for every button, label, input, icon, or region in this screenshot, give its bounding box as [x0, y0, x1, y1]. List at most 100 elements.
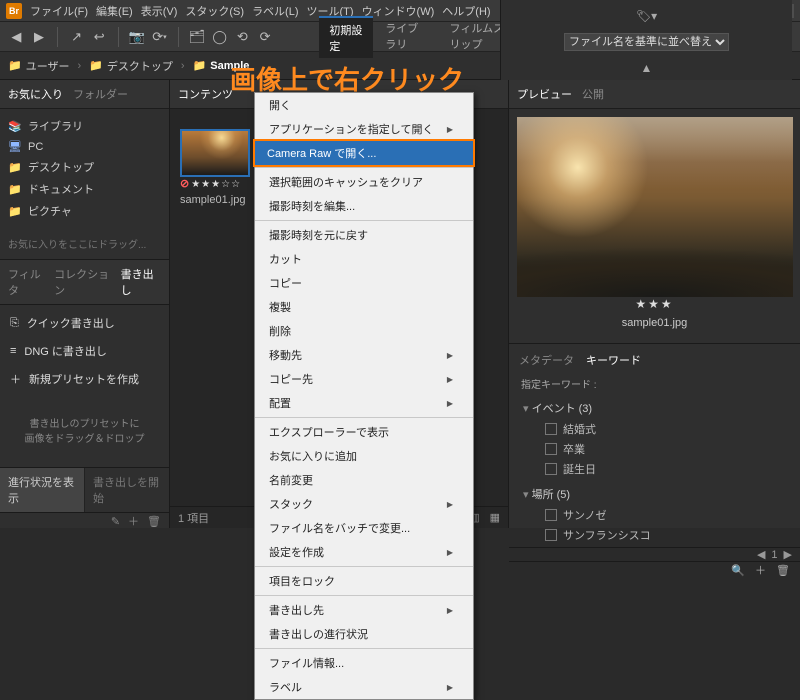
- tab-collection[interactable]: コレクション: [54, 266, 115, 298]
- app-logo: Br: [6, 3, 22, 19]
- pager-prev[interactable]: ◀: [757, 548, 765, 561]
- ctx-item[interactable]: 開く: [255, 93, 473, 117]
- get-photos-icon[interactable]: 📷: [128, 27, 145, 47]
- ctx-item[interactable]: 撮影時刻を編集...: [255, 194, 473, 218]
- ctx-item[interactable]: ファイル情報...: [255, 651, 473, 675]
- menu-view[interactable]: 表示(V): [141, 3, 178, 19]
- tab-metadata[interactable]: メタデータ: [519, 352, 574, 368]
- fav-pictures[interactable]: 📁ピクチャ: [8, 200, 161, 222]
- kw-item[interactable]: 誕生日: [523, 459, 800, 479]
- menu-label[interactable]: ラベル(L): [252, 3, 298, 19]
- rotate-ccw-icon[interactable]: ⟲: [234, 27, 251, 47]
- sort-asc-icon[interactable]: ▲: [641, 61, 653, 75]
- ctx-item[interactable]: ファイル名をバッチで変更...: [255, 516, 473, 540]
- show-progress[interactable]: 進行状況を表示: [0, 468, 85, 512]
- workspace-library[interactable]: ライブラリ: [375, 16, 437, 58]
- ctx-item[interactable]: 削除: [255, 319, 473, 343]
- start-export-button[interactable]: 書き出しを開始: [85, 468, 169, 512]
- ctx-item[interactable]: アプリケーションを指定して開く: [255, 117, 473, 141]
- preview-image[interactable]: [517, 117, 793, 297]
- tab-folders[interactable]: フォルダー: [73, 86, 128, 102]
- ctx-item[interactable]: 配置: [255, 391, 473, 415]
- fav-label: ピクチャ: [28, 203, 72, 219]
- thumbnail-image[interactable]: [180, 129, 250, 177]
- menu-edit[interactable]: 編集(E): [96, 3, 133, 19]
- kw-group-header[interactable]: 場所 (5): [523, 483, 800, 505]
- add-icon[interactable]: ＋: [128, 513, 139, 529]
- nav-back-icon[interactable]: ◀: [8, 27, 25, 47]
- fav-documents[interactable]: 📁ドキュメント: [8, 178, 161, 200]
- ctx-item[interactable]: ラベル: [255, 675, 473, 699]
- kw-group-header[interactable]: イベント (3): [523, 397, 800, 419]
- kw-item[interactable]: サンフランシスコ: [523, 525, 800, 545]
- workspace-essentials[interactable]: 初期設定: [319, 16, 373, 58]
- dng-export[interactable]: ≡DNG に書き出し: [0, 337, 169, 365]
- thumbnail-item[interactable]: ⊘★★★☆☆ sample01.jpg: [180, 129, 260, 206]
- menu-file[interactable]: ファイル(F): [30, 3, 88, 19]
- kw-item[interactable]: 結婚式: [523, 419, 800, 439]
- search-kw-icon[interactable]: 🔍: [731, 564, 745, 577]
- new-preset[interactable]: ＋新規プリセットを作成: [0, 365, 169, 393]
- crumb-users[interactable]: ユーザー: [26, 58, 70, 74]
- ctx-item[interactable]: コピー先: [255, 367, 473, 391]
- ctx-item[interactable]: 書き出しの進行状況: [255, 622, 473, 646]
- kw-item[interactable]: サンノゼ: [523, 505, 800, 525]
- add-kw-icon[interactable]: ＋: [755, 562, 766, 578]
- ctx-item[interactable]: 移動先: [255, 343, 473, 367]
- delete-kw-icon[interactable]: 🗑: [776, 564, 790, 577]
- camera-raw-icon[interactable]: ◯: [211, 27, 228, 47]
- fav-label: ドキュメント: [28, 181, 94, 197]
- ctx-item[interactable]: コピー: [255, 271, 473, 295]
- crumb-desktop[interactable]: デスクトップ: [107, 58, 173, 74]
- reveal-file-icon[interactable]: ↗: [68, 27, 85, 47]
- view-list-icon[interactable]: ▦: [490, 511, 500, 524]
- export-list: ⎘クイック書き出し ≡DNG に書き出し ＋新規プリセットを作成: [0, 305, 169, 397]
- refine-icon[interactable]: ⟳▾: [151, 27, 168, 47]
- ctx-item[interactable]: お気に入りに追加: [255, 444, 473, 468]
- crumb-current[interactable]: Sample: [210, 60, 249, 72]
- tab-keywords[interactable]: キーワード: [586, 352, 641, 368]
- preview-tabs: プレビュー 公開: [509, 80, 800, 109]
- ctx-item[interactable]: 複製: [255, 295, 473, 319]
- ctx-item[interactable]: 撮影時刻を元に戻す: [255, 223, 473, 247]
- ctx-item[interactable]: 項目をロック: [255, 569, 473, 593]
- fav-pc[interactable]: 🖥PC: [8, 137, 161, 156]
- tab-publish[interactable]: 公開: [582, 86, 604, 102]
- filter-options-icon[interactable]: 🏷▾: [636, 9, 657, 23]
- tab-preview[interactable]: プレビュー: [517, 86, 572, 102]
- sort-select[interactable]: ファイル名を基準に並べ替え: [564, 33, 729, 51]
- trash-icon[interactable]: 🗑: [147, 515, 161, 528]
- fav-library[interactable]: 📚ライブラリ: [8, 115, 161, 137]
- edit-icon[interactable]: ✎: [111, 515, 120, 528]
- ctx-item[interactable]: 選択範囲のキャッシュをクリア: [255, 170, 473, 194]
- boomerang-icon[interactable]: ↩: [91, 27, 108, 47]
- rotate-cw-icon[interactable]: ⟳: [257, 27, 274, 47]
- nav-forward-icon[interactable]: ▶: [31, 27, 48, 47]
- tab-filter[interactable]: フィルタ: [8, 266, 48, 298]
- folder-icon: 📁: [89, 59, 103, 72]
- ctx-item[interactable]: カット: [255, 247, 473, 271]
- open-recent-icon[interactable]: 🗂: [189, 27, 206, 47]
- ctx-item[interactable]: 名前変更: [255, 468, 473, 492]
- tab-export[interactable]: 書き出し: [121, 266, 161, 298]
- ctx-item[interactable]: スタック: [255, 492, 473, 516]
- ctx-item[interactable]: 設定を作成: [255, 540, 473, 564]
- breadcrumb[interactable]: 📁 ユーザー › 📁 デスクトップ › 📁 Sample: [8, 58, 249, 74]
- kw-item[interactable]: 卒業: [523, 439, 800, 459]
- pager-next[interactable]: ▶: [784, 548, 792, 561]
- favorites-list: 📚ライブラリ 🖥PC 📁デスクトップ 📁ドキュメント 📁ピクチャ: [0, 109, 169, 228]
- ctx-item[interactable]: エクスプローラーで表示: [255, 420, 473, 444]
- ctx-item[interactable]: Camera Raw で開く...: [253, 139, 475, 167]
- pager-page: 1: [771, 549, 777, 561]
- export-label: DNG に書き出し: [24, 343, 107, 359]
- preview-rating[interactable]: ★★★: [517, 297, 792, 311]
- fav-desktop[interactable]: 📁デスクトップ: [8, 156, 161, 178]
- tab-content[interactable]: コンテンツ: [178, 86, 233, 102]
- quick-export[interactable]: ⎘クイック書き出し: [0, 309, 169, 337]
- tab-favorites[interactable]: お気に入り: [8, 86, 63, 102]
- context-menu[interactable]: 開くアプリケーションを指定して開くCamera Raw で開く... 選択範囲のキ…: [254, 92, 474, 700]
- menu-stack[interactable]: スタック(S): [185, 3, 244, 19]
- export-label: 新規プリセットを作成: [29, 371, 139, 387]
- ctx-item[interactable]: 書き出し先: [255, 598, 473, 622]
- metadata-tabs: メタデータ キーワード: [509, 343, 800, 372]
